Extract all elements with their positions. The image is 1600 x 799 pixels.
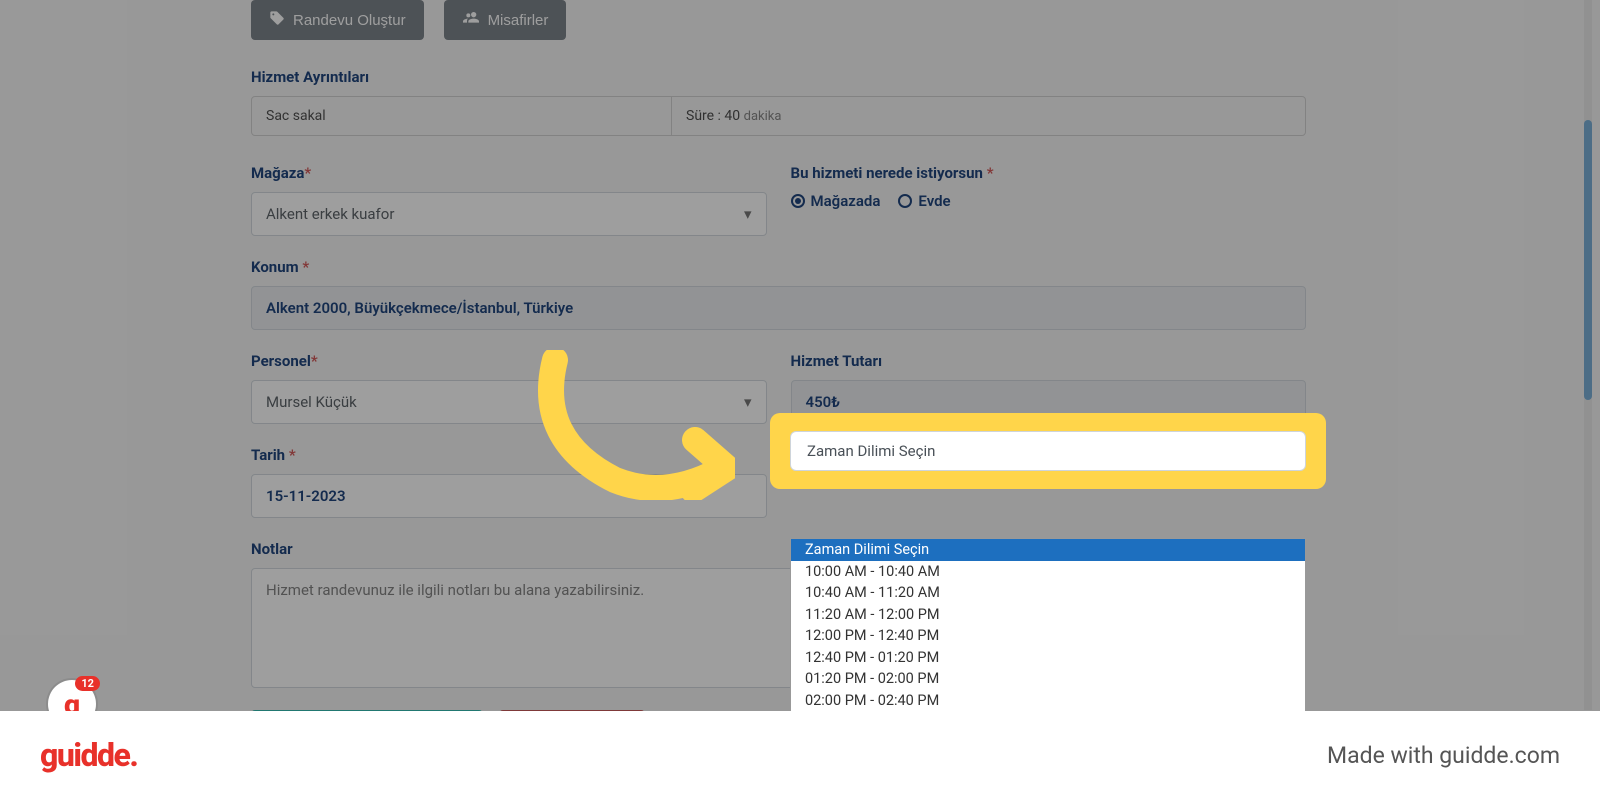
tag-icon [269,10,285,30]
service-name: Sac sakal [252,97,672,135]
guidde-logo: guidde. [40,736,137,774]
button-label: Randevu Oluştur [293,12,406,29]
chevron-down-icon: ▾ [744,205,752,223]
time-option[interactable]: 10:40 AM - 11:20 AM [791,582,1305,604]
staff-label: Personel* [251,352,767,370]
time-range-dropdown[interactable]: Zaman Dilimi Seçin10:00 AM - 10:40 AM10:… [790,538,1306,734]
guests-button[interactable]: Misafirler [444,0,567,40]
service-duration: Süre : 40 dakika [672,97,1305,135]
service-details-row: Sac sakal Süre : 40 dakika [251,96,1306,136]
time-option[interactable]: 10:00 AM - 10:40 AM [791,561,1305,583]
radio-icon [791,194,805,208]
time-option[interactable]: 11:20 AM - 12:00 PM [791,604,1305,626]
footer-bar: guidde. Made with guidde.com [0,711,1600,799]
scrollbar-thumb[interactable] [1584,120,1592,400]
time-option[interactable]: 12:00 PM - 12:40 PM [791,625,1305,647]
time-option[interactable]: 12:40 PM - 01:20 PM [791,647,1305,669]
time-option[interactable]: Zaman Dilimi Seçin [791,539,1305,561]
radio-icon [898,194,912,208]
radio-at-home[interactable]: Evde [898,192,950,210]
create-appointment-button[interactable]: Randevu Oluştur [251,0,424,40]
radio-in-store[interactable]: Mağazada [791,192,881,210]
store-label: Mağaza* [251,164,767,182]
store-select[interactable]: Alkent erkek kuafor ▾ [251,192,767,236]
time-range-select[interactable]: Zaman Dilimi Seçin [790,431,1306,471]
amount-label: Hizmet Tutarı [791,352,1307,370]
date-label: Tarih * [251,446,767,464]
time-option[interactable]: 01:20 PM - 02:00 PM [791,668,1305,690]
where-label: Bu hizmeti nerede istiyorsun * [791,164,1307,182]
staff-select[interactable]: Mursel Küçük ▾ [251,380,767,424]
location-label: Konum * [251,258,1306,276]
made-with-text: Made with guidde.com [1327,742,1560,769]
service-details-title: Hizmet Ayrıntıları [251,68,1306,86]
users-icon [462,10,480,30]
time-option[interactable]: 02:00 PM - 02:40 PM [791,690,1305,712]
date-input[interactable]: 15-11-2023 [251,474,767,518]
chevron-down-icon: ▾ [744,393,752,411]
button-label: Misafirler [488,12,549,29]
highlight-annotation: Zaman Dilimi Seçin [770,413,1326,489]
location-input[interactable]: Alkent 2000, Büyükçekmece/İstanbul, Türk… [251,286,1306,330]
